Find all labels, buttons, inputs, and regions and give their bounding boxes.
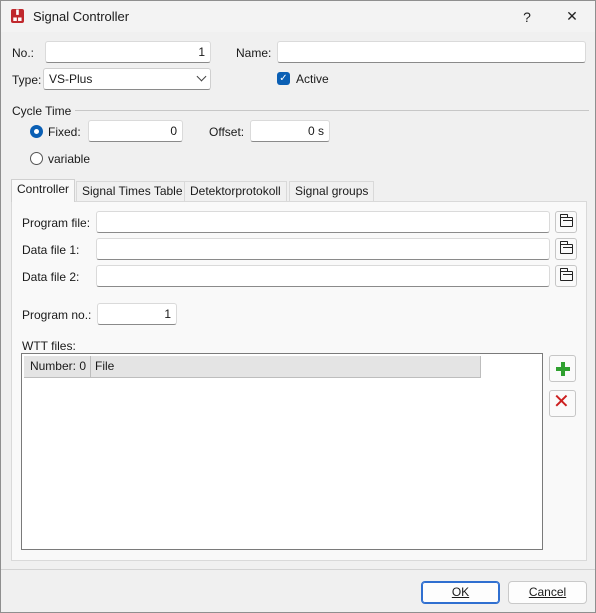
chevron-down-icon xyxy=(196,71,207,82)
program-file-label: Program file: xyxy=(22,216,91,230)
signal-controller-dialog: ▮ ▪▪ Signal Controller ? ✕ No.: 1 Name: T… xyxy=(0,0,596,613)
variable-radio[interactable] xyxy=(30,152,43,165)
browse-program-file-button[interactable] xyxy=(555,211,577,233)
window-title: Signal Controller xyxy=(33,9,130,24)
data-file-1-label: Data file 1: xyxy=(22,243,80,257)
program-no-label: Program no.: xyxy=(22,308,92,322)
name-label: Name: xyxy=(236,46,272,60)
active-checkbox[interactable]: ✓ xyxy=(277,72,290,85)
variable-label[interactable]: variable xyxy=(48,152,90,166)
wtt-files-label: WTT files: xyxy=(22,339,76,353)
data-file-2-field[interactable] xyxy=(96,265,550,287)
add-wtt-file-button[interactable] xyxy=(549,355,576,382)
offset-label: Offset: xyxy=(209,125,245,139)
add-icon xyxy=(552,359,574,379)
footer-separator xyxy=(1,569,595,570)
browse-data-file-2-button[interactable] xyxy=(555,265,577,287)
no-label: No.: xyxy=(12,46,35,60)
fixed-cycle-field[interactable]: 0 xyxy=(88,120,183,142)
folder-icon xyxy=(559,241,573,254)
help-button[interactable]: ? xyxy=(505,1,549,32)
type-select-value: VS-Plus xyxy=(49,72,93,86)
ok-button[interactable]: OK xyxy=(421,581,500,604)
cycle-time-label: Cycle Time xyxy=(12,104,72,118)
program-file-field[interactable] xyxy=(96,211,550,233)
browse-data-file-1-button[interactable] xyxy=(555,238,577,260)
wtt-files-list[interactable]: Number: 0 File xyxy=(21,353,543,550)
fixed-label[interactable]: Fixed: xyxy=(48,125,81,139)
delete-wtt-file-button[interactable]: ✕ xyxy=(549,390,576,417)
type-label: Type: xyxy=(12,73,42,87)
tab-signal-groups[interactable]: Signal groups xyxy=(289,181,375,202)
tab-detektorprotokoll[interactable]: Detektorprotokoll xyxy=(184,181,287,202)
tab-controller[interactable]: Controller xyxy=(11,179,76,202)
data-file-1-field[interactable] xyxy=(96,238,550,260)
delete-icon: ✕ xyxy=(553,389,570,413)
data-file-2-label: Data file 2: xyxy=(22,270,80,284)
help-icon: ? xyxy=(523,8,531,25)
offset-field[interactable]: 0 s xyxy=(250,120,330,142)
column-header-file[interactable]: File xyxy=(91,356,481,378)
title-bar: ▮ ▪▪ Signal Controller ? ✕ xyxy=(1,1,595,32)
ok-button-label: OK xyxy=(451,585,470,599)
folder-icon xyxy=(559,268,573,281)
column-header-number[interactable]: Number: 0 xyxy=(24,356,91,378)
no-field[interactable]: 1 xyxy=(45,41,211,63)
name-field[interactable] xyxy=(277,41,586,63)
checkmark-icon: ✓ xyxy=(279,73,288,84)
folder-icon xyxy=(559,214,573,227)
cancel-button-label: Cancel xyxy=(528,585,567,599)
close-icon: ✕ xyxy=(566,8,578,24)
app-icon: ▮ ▪▪ xyxy=(11,8,24,23)
active-label[interactable]: Active xyxy=(296,72,329,86)
cancel-button[interactable]: Cancel xyxy=(508,581,587,604)
cycle-time-divider xyxy=(75,110,589,111)
program-no-field[interactable]: 1 xyxy=(97,303,177,325)
fixed-radio[interactable] xyxy=(30,125,43,138)
tab-signal-times-table[interactable]: Signal Times Table xyxy=(76,181,189,202)
close-button[interactable]: ✕ xyxy=(550,1,594,32)
type-select[interactable]: VS-Plus xyxy=(43,68,211,90)
